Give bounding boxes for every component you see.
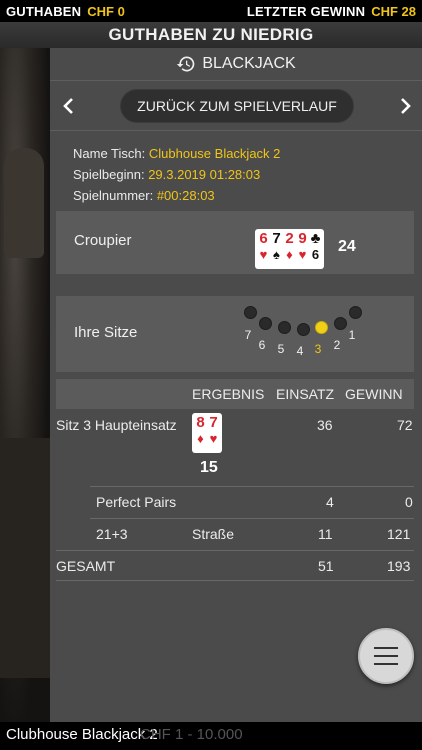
game-info: Name Tisch: Clubhouse Blackjack 2 Spielb… — [50, 131, 422, 211]
side-bet-result: Straße — [192, 526, 235, 542]
player-card-1: 8 ♦ — [196, 414, 205, 447]
seat-5-number: 5 — [277, 342, 285, 356]
player-card-2: 7 ♥ — [209, 414, 218, 447]
menu-icon-bar — [374, 647, 398, 649]
croupier-label: Croupier — [74, 232, 132, 249]
balance: GUTHABEN CHF 0 — [6, 4, 125, 19]
player-total: 15 — [200, 459, 218, 476]
col-bet: EINSATZ — [276, 386, 335, 402]
results-header: ERGEBNIS EINSATZ GEWINN — [56, 379, 414, 409]
croupier-card-1: 6 ♥ — [259, 230, 268, 263]
game-number-row: Spielnummer: #00:28:03 — [73, 185, 422, 206]
start-row: Spielbeginn: 29.3.2019 01:28:03 — [73, 164, 422, 185]
dealer-silhouette — [4, 148, 44, 258]
history-game-name: BLACKJACK — [202, 55, 296, 72]
game-number-label: Spielnummer: — [73, 188, 154, 203]
seat-3-marker — [315, 321, 328, 334]
total-bet: 51 — [318, 558, 334, 574]
seat-3-number: 3 — [314, 342, 322, 356]
game-number-value: #00:28:03 — [156, 188, 215, 203]
seat-2-number: 2 — [333, 338, 341, 352]
menu-button[interactable] — [358, 628, 414, 684]
seat-7-marker — [244, 306, 257, 319]
perfect-pairs-win: 0 — [405, 494, 413, 510]
menu-icon-bar — [374, 655, 398, 657]
table-name-value: Clubhouse Blackjack 2 — [148, 146, 281, 161]
start-value: 29.3.2019 01:28:03 — [148, 167, 261, 182]
side-bet-win: 121 — [387, 526, 411, 542]
balance-label: GUTHABEN — [6, 3, 82, 19]
side-bet-value: 11 — [318, 526, 333, 542]
table-background — [0, 48, 50, 750]
page-title: GUTHABEN ZU NIEDRIG — [0, 22, 422, 48]
seat-6-number: 6 — [258, 338, 266, 352]
seat-1-marker — [349, 306, 362, 319]
main-bet-label: Sitz 3 Haupteinsatz — [56, 417, 177, 433]
history-icon — [177, 56, 195, 72]
seat-7-number: 7 — [244, 328, 252, 342]
row-divider — [90, 518, 414, 519]
seat-4-marker — [297, 323, 310, 336]
col-result: ERGEBNIS — [192, 386, 265, 402]
balance-value: CHF 0 — [87, 3, 125, 19]
history-nav: ZURÜCK ZUM SPIELVERLAUF — [50, 81, 422, 131]
seat-6-marker — [259, 317, 272, 330]
table-felt — [0, 438, 50, 678]
croupier-total: 24 — [338, 238, 356, 255]
row-divider — [56, 580, 414, 581]
croupier-box: Croupier 6 ♥ 7 ♠ 2 ♦ 9 ♥ ♣ 6 24 — [56, 211, 414, 274]
seats-label: Ihre Sitze — [74, 324, 138, 341]
menu-icon-bar — [374, 663, 398, 665]
chevron-right-icon[interactable] — [396, 97, 414, 115]
perfect-pairs-bet: 4 — [326, 494, 334, 510]
row-divider — [56, 550, 414, 551]
start-label: Spielbeginn: — [73, 167, 145, 182]
croupier-cards: 6 ♥ 7 ♠ 2 ♦ 9 ♥ ♣ 6 — [255, 229, 324, 269]
main-bet-value: 36 — [317, 417, 333, 433]
history-header: BLACKJACK — [50, 48, 422, 81]
side-bet-label: 21+3 — [96, 526, 128, 542]
back-to-history-button[interactable]: ZURÜCK ZUM SPIELVERLAUF — [120, 88, 354, 123]
row-divider — [90, 486, 414, 487]
croupier-card-4: 9 ♥ — [298, 230, 307, 263]
table-name-label: Name Tisch: — [73, 146, 146, 161]
perfect-pairs-label: Perfect Pairs — [96, 494, 177, 510]
seat-4-number: 4 — [296, 344, 304, 358]
croupier-card-3: 2 ♦ — [285, 230, 294, 263]
croupier-card-5: ♣ 6 — [310, 230, 321, 263]
seat-1-number: 1 — [348, 328, 356, 342]
player-cards: 8 ♦ 7 ♥ — [192, 413, 222, 453]
table-name-row: Name Tisch: Clubhouse Blackjack 2 — [73, 143, 422, 164]
footer-table-name: Clubhouse Blackjack 2 — [6, 726, 158, 743]
last-win-value: CHF 28 — [371, 3, 416, 19]
last-win-label: LETZTER GEWINN — [246, 3, 366, 19]
seat-5-marker — [278, 321, 291, 334]
footer-bar: Clubhouse Blackjack 2 CHF 1 - 10.000 — [0, 722, 422, 750]
col-win: GEWINN — [345, 386, 403, 402]
seats-box: Ihre Sitze 7654321 — [56, 296, 414, 372]
footer-limits: CHF 1 - 10.000 — [140, 726, 243, 743]
total-win: 193 — [387, 558, 411, 574]
last-win: LETZTER GEWINN CHF 28 — [247, 4, 416, 19]
status-bar: GUTHABEN CHF 0 LETZTER GEWINN CHF 28 — [0, 0, 422, 22]
total-label: GESAMT — [56, 558, 116, 574]
croupier-card-2: 7 ♠ — [272, 230, 281, 263]
main-win-value: 72 — [397, 417, 413, 433]
chevron-left-icon[interactable] — [60, 97, 78, 115]
